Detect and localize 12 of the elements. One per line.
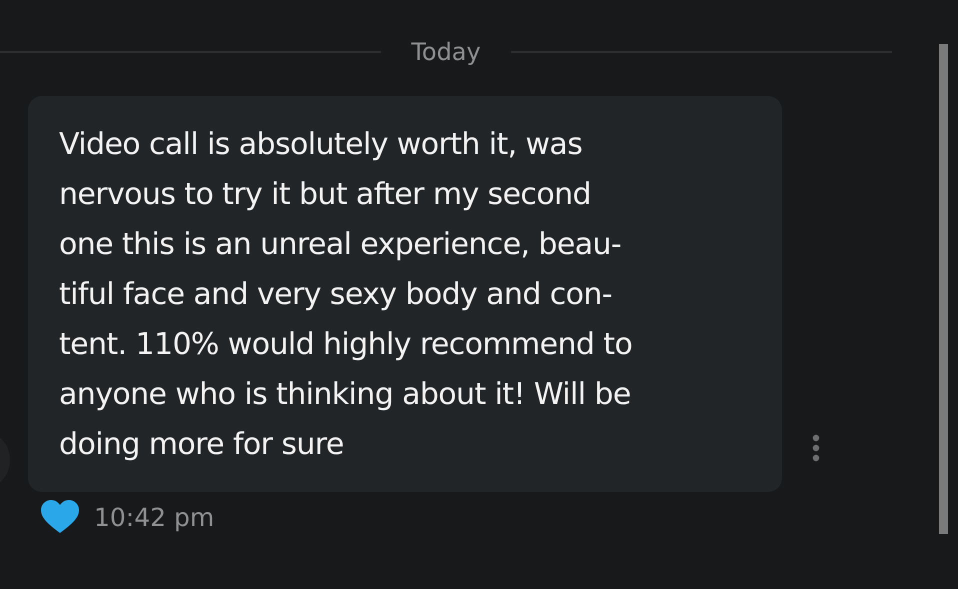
heart-icon[interactable]: [40, 500, 80, 534]
message-line: tiful face and very sexy body and con-: [59, 276, 613, 314]
message-time: 10:42 pm: [94, 502, 214, 532]
message-line: one this is an unreal experience, beau-: [59, 226, 622, 264]
message-line: anyone who is thinking about it! Will be: [59, 376, 632, 414]
message-line: nervous to try it but after my second: [59, 176, 592, 214]
message-line: Video call is absolutely worth it, was: [59, 126, 584, 164]
message-line: tent. 110% would highly recommend to: [59, 326, 634, 364]
scrollbar[interactable]: [939, 44, 948, 534]
more-icon[interactable]: [812, 434, 820, 462]
message-line: doing more for sure: [59, 426, 345, 464]
date-divider: Today: [411, 38, 481, 66]
